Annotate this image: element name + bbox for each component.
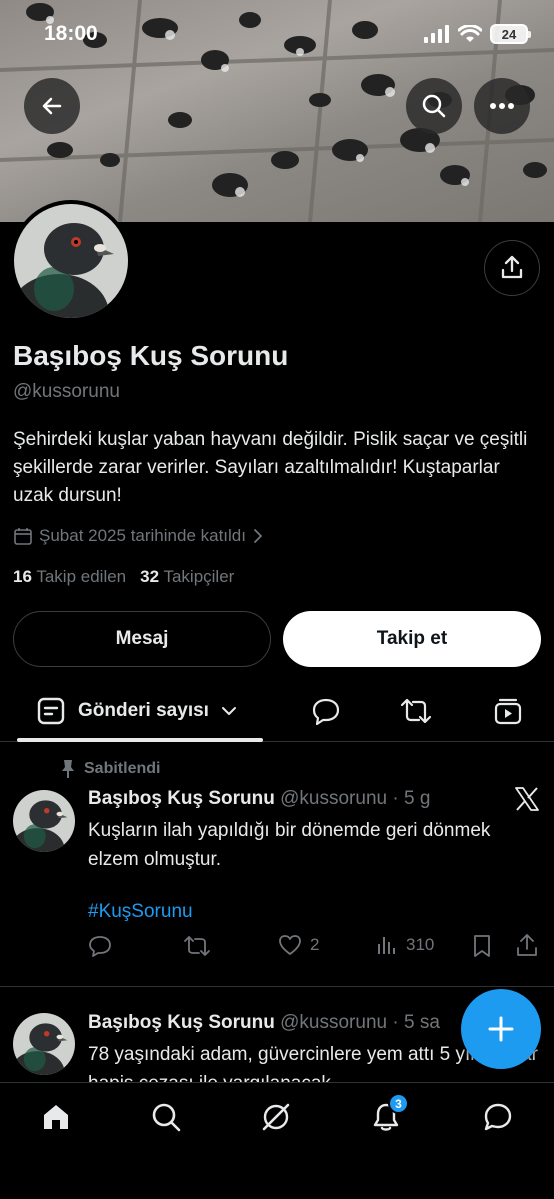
post-handle-time: @kussorunu · 5 g	[280, 788, 431, 809]
search-icon	[152, 1103, 181, 1132]
tab-posts-label: Gönderi sayısı	[78, 700, 209, 721]
pinned-indicator: Sabitlendi	[60, 759, 160, 779]
tab-reposts[interactable]	[399, 694, 433, 728]
followers-label: Takipçiler	[163, 567, 235, 586]
status-icons: 24	[424, 24, 531, 44]
following-count: 16	[13, 567, 32, 586]
views-count: 310	[406, 935, 435, 954]
views-button[interactable]: 310	[376, 934, 434, 956]
grok-icon	[262, 1103, 290, 1131]
follow-stats: 16 Takip edilen 32 Takipçiler	[13, 567, 234, 587]
nav-search[interactable]	[146, 1097, 186, 1137]
share-profile-button[interactable]	[484, 240, 540, 296]
wifi-icon	[458, 25, 482, 42]
message-button[interactable]: Mesaj	[13, 611, 271, 667]
nav-messages[interactable]	[478, 1097, 518, 1137]
follow-button[interactable]: Takip et	[283, 611, 541, 667]
post-actions: 2 310	[88, 934, 540, 962]
profile-handle: @kussorunu	[13, 381, 120, 402]
views-icon	[378, 937, 395, 954]
pigeon-avatar-image	[13, 1013, 75, 1075]
post-header: Başıboş Kuş Sorunu @kussorunu · 5 g	[88, 788, 430, 810]
like-button[interactable]: 2	[278, 934, 319, 956]
post-body: Kuşların ilah yapıldığı bir dönemde geri…	[88, 820, 491, 870]
post-author-name[interactable]: Başıboş Kuş Sorunu	[88, 1012, 275, 1033]
profile-avatar[interactable]	[10, 200, 132, 322]
messages-icon	[484, 1103, 512, 1131]
plus-icon	[488, 1016, 514, 1042]
profile-tabs: Gönderi sayısı	[0, 684, 554, 742]
back-button[interactable]	[24, 78, 80, 134]
search-button[interactable]	[406, 78, 462, 134]
retweet-icon	[184, 936, 210, 956]
posts-icon	[37, 697, 65, 725]
status-bar: 18:00 24	[0, 0, 554, 64]
followers-link[interactable]: 32 Takipçiler	[140, 567, 234, 587]
followers-count: 32	[140, 567, 160, 586]
active-tab-indicator	[17, 738, 263, 742]
search-icon	[422, 94, 446, 118]
profile-bio: Şehirdeki kuşlar yaban hayvanı değildir.…	[13, 429, 528, 506]
nav-home[interactable]	[36, 1097, 76, 1137]
tab-media[interactable]	[491, 694, 525, 728]
nav-grok[interactable]	[256, 1097, 296, 1137]
pigeon-avatar-image	[13, 790, 75, 852]
post-text: Kuşların ilah yapıldığı bir dönemde geri…	[88, 816, 540, 926]
reply-icon	[89, 936, 111, 957]
heart-icon	[279, 935, 301, 955]
battery-indicator: 24	[490, 24, 531, 44]
chevron-down-icon	[221, 707, 236, 715]
x-logo-icon	[514, 786, 540, 817]
reply-button[interactable]	[88, 934, 112, 958]
like-count: 2	[310, 935, 320, 954]
tab-replies[interactable]	[309, 694, 343, 728]
calendar-icon	[14, 528, 32, 545]
nav-notifications[interactable]: 3	[366, 1093, 409, 1137]
x-logo-icon	[515, 787, 539, 811]
video-icon	[494, 698, 522, 725]
share-post-button[interactable]	[516, 934, 538, 958]
bookmark-button[interactable]	[472, 934, 492, 958]
back-arrow-icon	[42, 97, 62, 115]
following-label: Takip edilen	[36, 567, 127, 586]
signal-icon	[424, 25, 449, 43]
post-author-name[interactable]: Başıboş Kuş Sorunu	[88, 788, 275, 809]
joined-date[interactable]: Şubat 2025 tarihinde katıldı	[13, 526, 264, 546]
following-link[interactable]: 16 Takip edilen	[13, 567, 126, 587]
post-header: Başıboş Kuş Sorunu @kussorunu · 5 sa	[88, 1012, 440, 1034]
compose-button[interactable]	[461, 989, 541, 1069]
retweet-icon	[400, 698, 432, 724]
reply-icon	[312, 698, 340, 726]
pinned-label: Sabitlendi	[84, 760, 161, 777]
home-icon	[44, 1105, 68, 1129]
post-handle-time: @kussorunu · 5 sa	[280, 1012, 440, 1033]
avatar	[14, 204, 128, 318]
retweet-button[interactable]	[183, 934, 211, 958]
profile-display-name: Başıboş Kuş Sorunu	[13, 340, 289, 371]
bottom-navigation: 3	[0, 1082, 554, 1199]
share-icon	[501, 255, 523, 279]
notification-badge: 3	[388, 1093, 409, 1114]
post-avatar[interactable]	[13, 1013, 75, 1075]
post-divider	[0, 986, 554, 987]
more-options-button[interactable]	[474, 78, 530, 134]
more-icon	[490, 103, 514, 109]
pin-icon	[62, 760, 74, 778]
post-hashtag[interactable]: #KuşSorunu	[88, 897, 540, 926]
pigeon-avatar-image	[14, 204, 128, 318]
chevron-right-icon	[254, 529, 262, 543]
status-time: 18:00	[44, 22, 98, 45]
joined-label: Şubat 2025 tarihinde katıldı	[39, 526, 246, 545]
share-icon	[517, 934, 537, 956]
post-avatar[interactable]	[13, 790, 75, 852]
tab-posts[interactable]: Gönderi sayısı	[36, 696, 237, 726]
bookmark-icon	[474, 935, 490, 957]
